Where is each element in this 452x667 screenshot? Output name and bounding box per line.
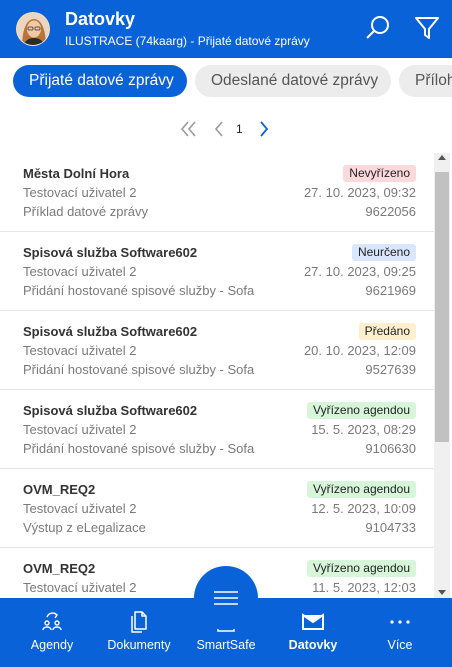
message-sender: OVM_REQ2	[23, 482, 96, 497]
tab-received[interactable]: Přijaté datové zprávy	[13, 65, 187, 97]
app-subtitle: ILUSTRACE (74kaarg) - Přijaté datové zpr…	[65, 34, 310, 48]
pager: 1	[0, 116, 452, 142]
message-row[interactable]: Spisová služba Software602 Testovací uži…	[0, 311, 434, 390]
nav-label: SmartSafe	[196, 638, 256, 652]
message-user: Testovací uživatel 2	[23, 264, 137, 279]
message-subject: Výstup z eLegalizace	[23, 520, 146, 535]
message-id: 9527639	[365, 362, 416, 377]
message-user: Testovací uživatel 2	[23, 343, 137, 358]
app-title: Datovky	[65, 9, 136, 29]
agendy-icon	[7, 609, 97, 635]
message-tabs: Přijaté datové zprávy Odeslané datové zp…	[0, 58, 452, 104]
status-badge: Vyřízeno agendou	[307, 560, 416, 577]
nav-label: Více	[387, 638, 413, 652]
message-date: 15. 5. 2023, 08:29	[311, 422, 416, 437]
first-page-icon[interactable]	[178, 119, 198, 144]
tab-sent[interactable]: Odeslané datové zprávy	[195, 65, 391, 97]
status-badge: Nevyřízeno	[343, 165, 416, 182]
documents-icon	[94, 609, 184, 635]
message-sender: Spisová služba Software602	[23, 324, 198, 339]
message-sender: Města Dolní Hora	[23, 166, 130, 181]
message-date: 11. 5. 2023, 12:03	[312, 580, 416, 595]
app-header: Datovky ILUSTRACE (74kaarg) - Přijaté da…	[0, 0, 452, 58]
nav-label: Dokumenty	[107, 638, 171, 652]
message-user: Testovací uživatel 2	[23, 501, 137, 516]
message-sender: Spisová služba Software602	[23, 245, 198, 260]
message-id: 9106630	[365, 441, 416, 456]
scroll-up-icon[interactable]	[438, 155, 446, 160]
menu-icon	[214, 591, 238, 605]
message-subject: Přidání hostované spisové služby - Sofa	[23, 283, 255, 298]
message-row[interactable]: Spisová služba Software602 Testovací uži…	[0, 232, 434, 311]
message-sender: OVM_REQ2	[23, 561, 96, 576]
nav-label: Agendy	[30, 638, 74, 652]
message-row[interactable]: OVM_REQ2 Testovací uživatel 2 Výstup z e…	[0, 469, 434, 548]
message-list: Města Dolní Hora Testovací uživatel 2 Př…	[0, 153, 434, 598]
message-subject: Přidání hostované spisové služby - Sofa	[23, 441, 255, 456]
scrollbar-thumb[interactable]	[435, 172, 449, 442]
message-date: 27. 10. 2023, 09:25	[303, 264, 416, 279]
message-id: 9104733	[365, 520, 416, 535]
message-user: Testovací uživatel 2	[23, 185, 137, 200]
prev-page-icon[interactable]	[212, 119, 226, 144]
tab-attachments[interactable]: Příloh	[399, 65, 452, 97]
message-user: Testovací uživatel 2	[23, 580, 137, 595]
search-icon[interactable]	[363, 13, 393, 43]
status-badge: Neurčeno	[351, 244, 416, 261]
message-user: Testovací uživatel 2	[23, 422, 137, 437]
message-date: 12. 5. 2023, 10:09	[311, 501, 416, 516]
nav-label: Datovky	[288, 638, 338, 652]
message-date: 27. 10. 2023, 09:32	[303, 185, 416, 200]
message-date: 20. 10. 2023, 12:09	[303, 343, 416, 358]
message-row[interactable]: Spisová služba Software602 Testovací uži…	[0, 390, 434, 469]
more-icon	[355, 609, 445, 635]
message-sender: Spisová služba Software602	[23, 403, 198, 418]
message-row[interactable]: Města Dolní Hora Testovací uživatel 2 Př…	[0, 153, 434, 232]
status-badge: Vyřízeno agendou	[307, 481, 416, 498]
menu-fab-button[interactable]	[194, 566, 258, 630]
nav-dokumenty[interactable]: Dokumenty	[94, 598, 184, 667]
scroll-down-icon[interactable]	[438, 590, 446, 595]
message-id: 9622056	[365, 204, 416, 219]
nav-more[interactable]: Více	[355, 598, 445, 667]
avatar[interactable]	[16, 12, 50, 46]
current-page: 1	[236, 122, 243, 136]
message-id: 9621969	[365, 283, 416, 298]
status-badge: Předáno	[358, 323, 416, 340]
list-scrollbar[interactable]	[434, 153, 450, 598]
message-subject: Příklad datové zprávy	[23, 204, 149, 219]
message-subject: Přidání hostované spisové služby - Sofa	[23, 362, 255, 377]
datovky-icon	[268, 609, 358, 635]
filter-icon[interactable]	[412, 13, 442, 43]
status-badge: Vyřízeno agendou	[307, 402, 416, 419]
nav-agendy[interactable]: Agendy	[7, 598, 97, 667]
nav-datovky[interactable]: Datovky	[268, 598, 358, 667]
next-page-icon[interactable]	[257, 119, 271, 144]
